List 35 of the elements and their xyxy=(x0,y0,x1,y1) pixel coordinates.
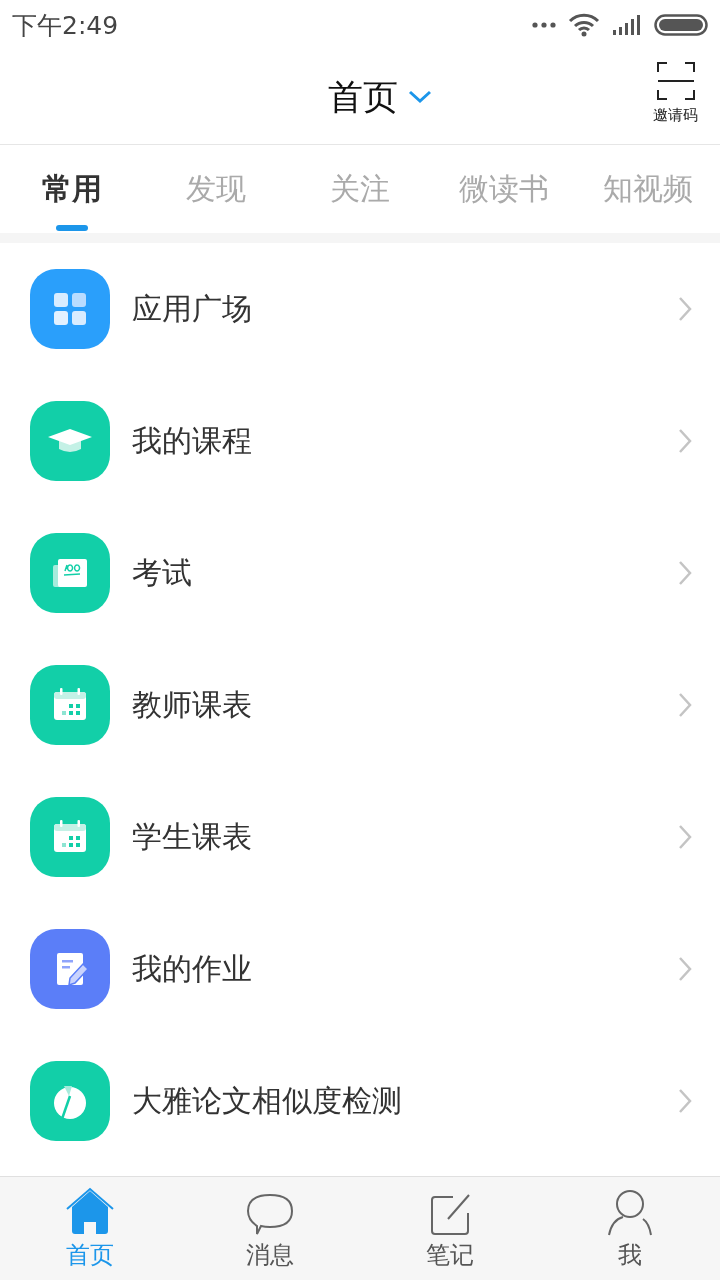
chevron-right-icon xyxy=(678,1088,692,1114)
tab[interactable]: 常用 xyxy=(0,145,144,233)
menu-item[interactable]: 学生课表 xyxy=(0,771,720,903)
chevron-right-icon xyxy=(678,692,692,718)
menu-item[interactable]: 教师课表 xyxy=(0,639,720,771)
menu-label: 考试 xyxy=(132,553,193,592)
status-time: 下午2:49 xyxy=(12,9,119,42)
menu-label: 我的作业 xyxy=(132,949,253,988)
more-icon xyxy=(532,22,556,28)
chevron-right-icon xyxy=(678,296,692,322)
menu-label: 大雅论文相似度检测 xyxy=(132,1081,403,1120)
menu-label: 学生课表 xyxy=(132,817,253,856)
nav-tab[interactable]: 笔记 xyxy=(360,1177,540,1280)
chevron-right-icon xyxy=(678,428,692,454)
menu-label: 我的课程 xyxy=(132,421,253,460)
nav-tab[interactable]: 消息 xyxy=(180,1177,360,1280)
chevron-right-icon xyxy=(678,560,692,586)
invite-code-button[interactable]: 邀请码 xyxy=(653,62,698,125)
scan-icon xyxy=(656,62,695,100)
menu-item[interactable]: 我的作业 xyxy=(0,903,720,1035)
wifi-icon xyxy=(568,13,600,37)
chevron-right-icon xyxy=(678,824,692,850)
menu-item[interactable]: 我的课程 xyxy=(0,375,720,507)
battery-icon xyxy=(654,14,708,36)
home-icon xyxy=(65,1186,115,1237)
chevron-right-icon xyxy=(678,956,692,982)
page-title: 首页 xyxy=(328,75,398,119)
menu-item[interactable]: 应用广场 xyxy=(0,243,720,375)
nav-tab[interactable]: 我 xyxy=(540,1177,720,1280)
dropdown-chevron-icon[interactable] xyxy=(408,90,432,104)
signal-icon xyxy=(612,14,642,36)
menu-label: 应用广场 xyxy=(132,289,253,328)
menu-item[interactable]: 考试 xyxy=(0,507,720,639)
menu-label: 教师课表 xyxy=(132,685,253,724)
menu-item[interactable]: 大雅论文相似度检测 xyxy=(0,1035,720,1167)
